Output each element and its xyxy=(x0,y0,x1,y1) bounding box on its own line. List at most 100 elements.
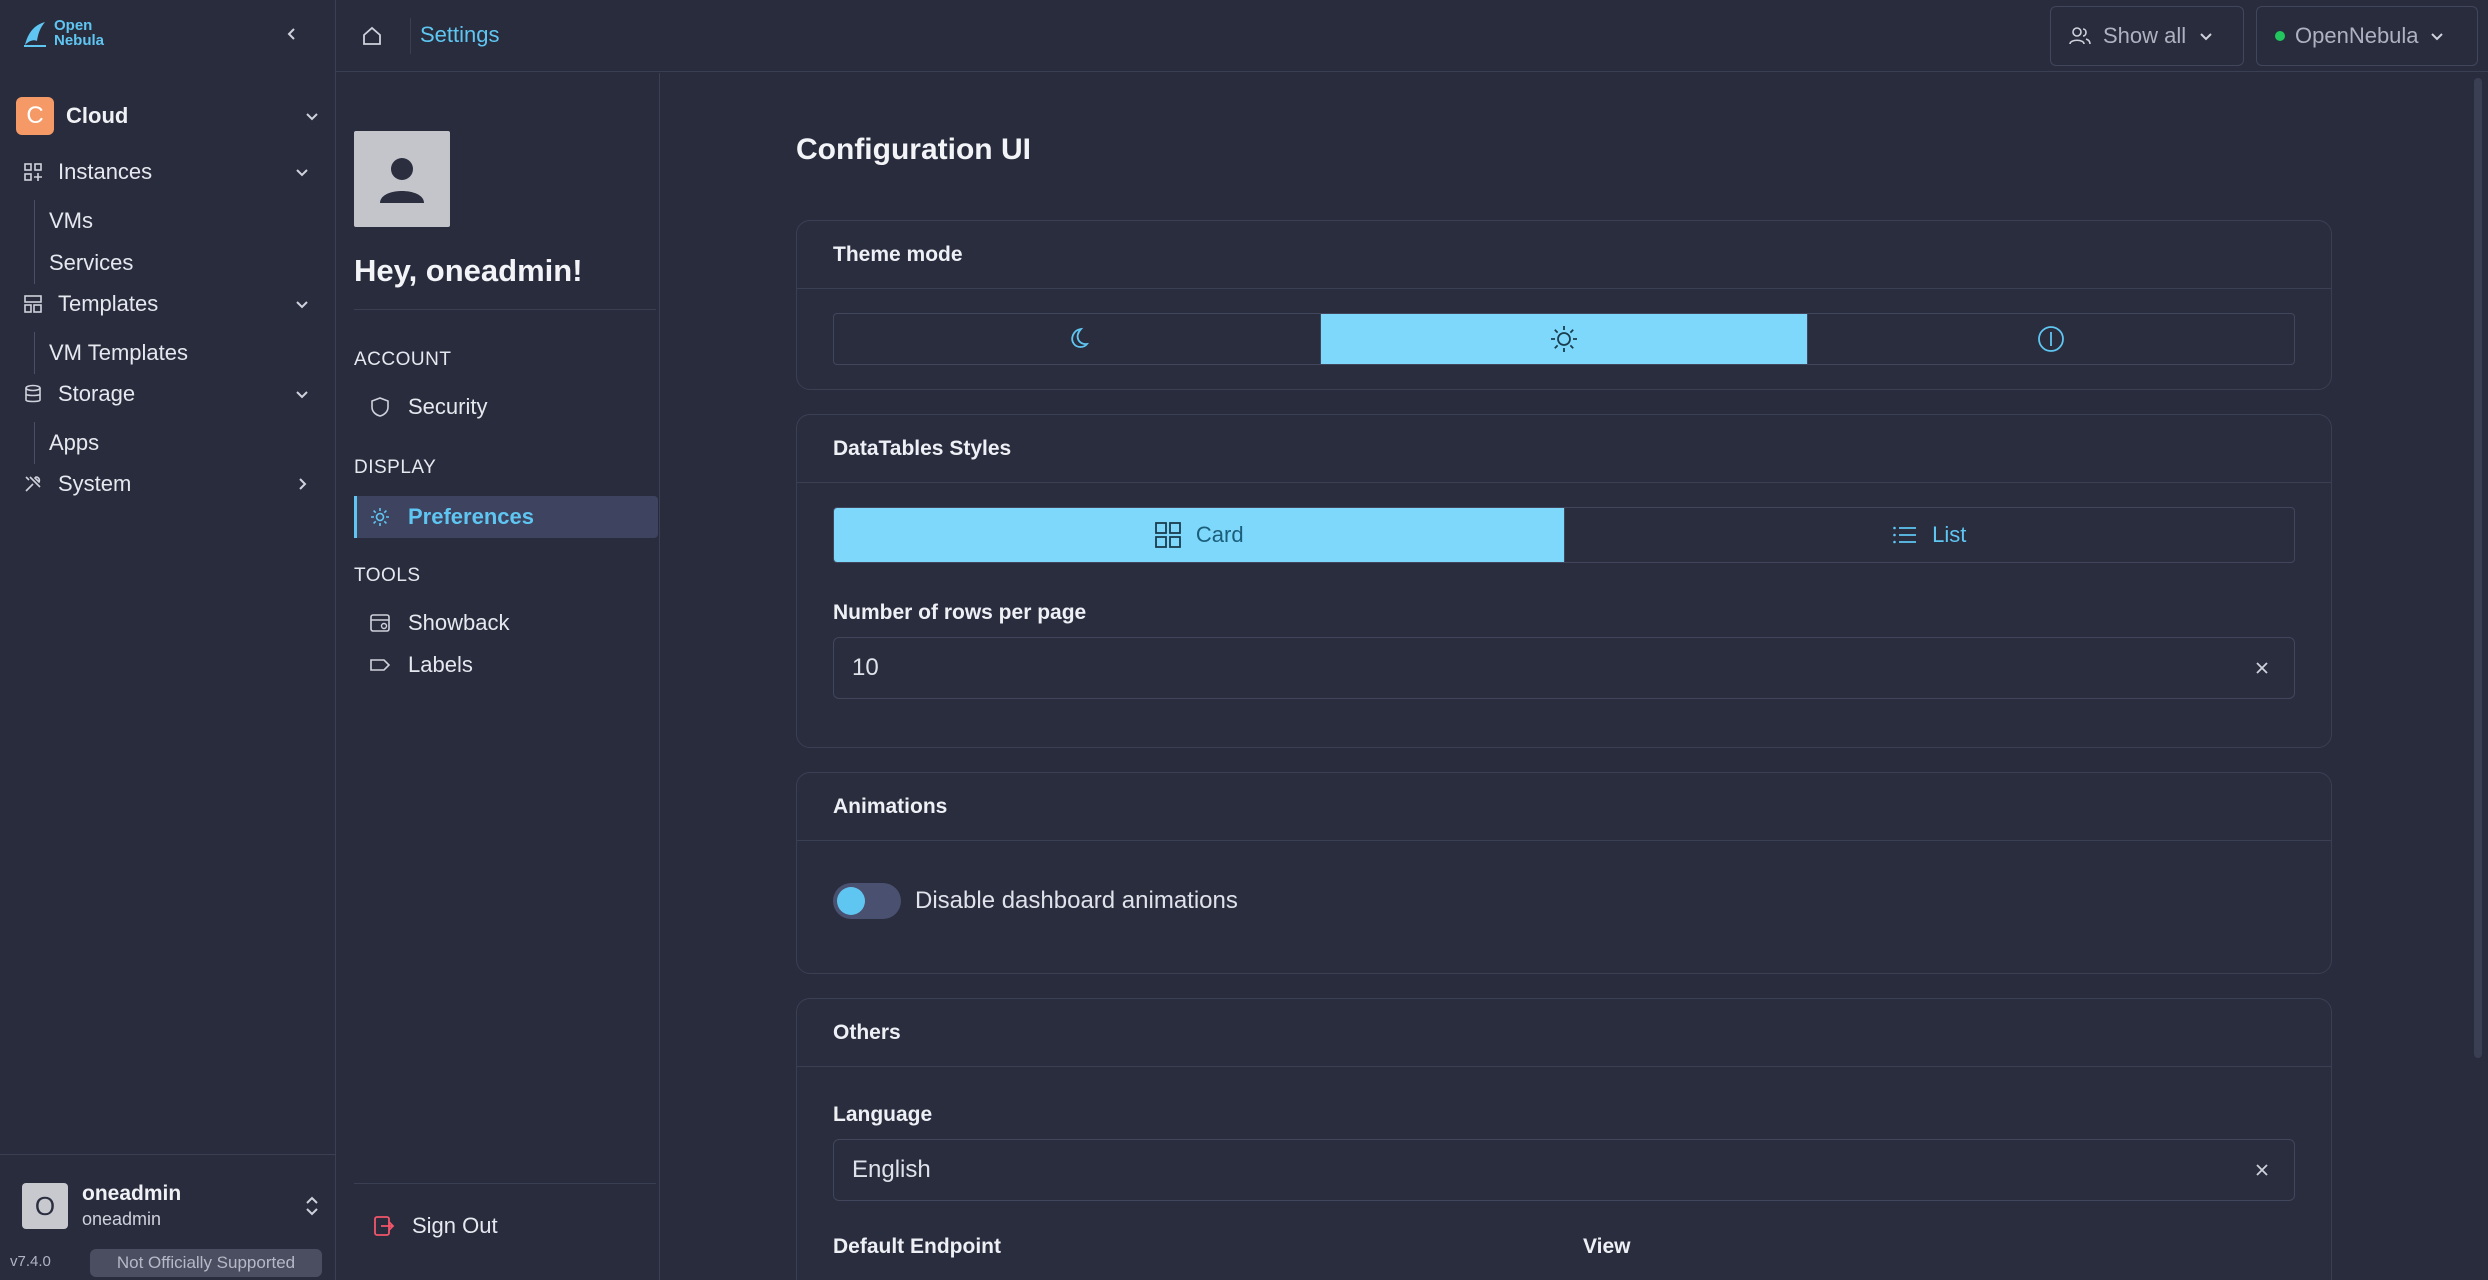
card-style-button[interactable]: Card xyxy=(834,508,1564,562)
menu-item-label: Showback xyxy=(408,610,510,635)
card-grid-icon xyxy=(1155,522,1181,548)
nav-group-templates[interactable]: Templates xyxy=(22,286,312,322)
chevron-down-icon xyxy=(302,106,322,126)
home-button[interactable] xyxy=(358,22,386,50)
chevron-down-icon xyxy=(292,384,312,404)
zone-label: OpenNebula xyxy=(2295,23,2419,48)
page-title: Configuration UI xyxy=(796,133,1031,166)
language-select[interactable]: English xyxy=(833,1139,2295,1201)
sidebar-item-vm-templates[interactable]: VM Templates xyxy=(35,332,188,374)
divider xyxy=(354,309,656,310)
chevron-left-icon xyxy=(287,28,295,40)
version-label: v7.4.0 xyxy=(10,1253,51,1270)
chevron-down-icon xyxy=(292,162,312,182)
group-filter-button[interactable]: Show all xyxy=(2050,6,2244,66)
main-sidebar: Open Nebula C Cloud Instances VMs Servic… xyxy=(0,0,336,1280)
list-icon xyxy=(1893,526,1917,544)
toggle-knob xyxy=(837,887,865,915)
moon-icon xyxy=(1071,327,1089,348)
toggle-label: Disable dashboard animations xyxy=(915,887,1238,914)
main-content: Configuration UI Theme mode DataTables S… xyxy=(661,73,2488,1280)
chevron-down-icon xyxy=(2430,33,2443,41)
cloud-avatar: C xyxy=(16,97,54,135)
clear-icon[interactable] xyxy=(2252,658,2272,678)
user-icon xyxy=(380,158,424,203)
nav-group-instances[interactable]: Instances xyxy=(22,154,312,190)
zone-status-dot xyxy=(2275,31,2285,41)
menu-item-label: Preferences xyxy=(408,504,534,529)
cloud-label: Cloud xyxy=(66,103,129,128)
user-name: oneadmin xyxy=(82,1182,182,1205)
view-label: View xyxy=(1583,1235,1631,1258)
breadcrumb-separator xyxy=(410,18,411,54)
theme-light-button[interactable] xyxy=(1320,314,1807,364)
chevron-down-icon xyxy=(2200,33,2212,41)
nav-sub-instances: VMs Services xyxy=(34,200,133,284)
menu-item-preferences[interactable]: Preferences xyxy=(354,496,658,538)
shield-icon xyxy=(368,395,392,419)
home-icon xyxy=(363,26,381,45)
default-endpoint-label: Default Endpoint xyxy=(833,1235,1001,1258)
avatar: O xyxy=(22,1183,68,1229)
show-all-label: Show all xyxy=(2103,23,2187,48)
logo-line-2: Nebula xyxy=(54,32,105,49)
tools-icon xyxy=(22,473,44,495)
nav-group-label: Templates xyxy=(58,291,159,316)
sidebar-item-services[interactable]: Services xyxy=(35,242,133,284)
main-scrollbar[interactable] xyxy=(2474,78,2482,1058)
animations-toggle-row: Disable dashboard animations xyxy=(833,883,1238,919)
language-value: English xyxy=(852,1156,931,1183)
cloud-selector[interactable]: C Cloud xyxy=(16,96,322,136)
others-card: Others Language English Default Endpoint… xyxy=(796,998,2332,1280)
breadcrumb[interactable]: Settings xyxy=(420,22,500,48)
user-group: oneadmin xyxy=(82,1209,162,1229)
divider xyxy=(354,1183,656,1184)
nav-group-label: System xyxy=(58,471,132,496)
list-style-button[interactable]: List xyxy=(1563,508,2295,562)
theme-mode-card: Theme mode xyxy=(796,220,2332,390)
nav-sub-storage: Apps xyxy=(34,422,99,464)
nav-group-system[interactable]: System xyxy=(22,466,312,502)
sun-icon xyxy=(1551,326,1577,352)
theme-mode-selector xyxy=(833,313,2295,365)
chevron-down-icon xyxy=(292,294,312,314)
opennebula-logo[interactable]: Open Nebula xyxy=(22,18,104,48)
collapse-sidebar-button[interactable] xyxy=(280,22,304,46)
nav-sub-templates: VM Templates xyxy=(34,332,188,374)
disable-animations-toggle[interactable] xyxy=(833,883,901,919)
menu-item-security[interactable]: Security xyxy=(354,386,658,428)
sign-out-label: Sign Out xyxy=(412,1213,498,1238)
card-heading: DataTables Styles xyxy=(797,415,2331,483)
card-heading: Animations xyxy=(797,773,2331,841)
users-icon xyxy=(2069,27,2091,45)
database-icon xyxy=(22,383,44,405)
sign-out-button[interactable]: Sign Out xyxy=(372,1213,498,1239)
sidebar-item-apps[interactable]: Apps xyxy=(35,422,99,464)
user-menu[interactable]: O oneadmin oneadmin xyxy=(22,1178,322,1234)
logo-line-1: Open xyxy=(54,17,93,34)
theme-system-button[interactable] xyxy=(1807,314,2294,364)
sidebar-item-vms[interactable]: VMs xyxy=(35,200,133,242)
system-icon xyxy=(2038,326,2064,352)
clear-icon[interactable] xyxy=(2252,1160,2272,1180)
gear-icon xyxy=(368,505,392,529)
theme-dark-button[interactable] xyxy=(834,314,1320,364)
nav-group-storage[interactable]: Storage xyxy=(22,376,312,412)
datatables-style-selector: Card List xyxy=(833,507,2295,563)
card-style-label: Card xyxy=(1195,522,1244,547)
section-title-tools: TOOLS xyxy=(354,565,421,586)
rows-per-page-value: 10 xyxy=(852,654,879,681)
language-label: Language xyxy=(833,1103,933,1126)
menu-item-label: Security xyxy=(408,394,488,419)
list-style-label: List xyxy=(1932,522,1967,547)
top-bar: Settings Show all OpenNebula xyxy=(336,0,2488,72)
rows-per-page-select[interactable]: 10 xyxy=(833,637,2295,699)
support-badge: Not Officially Supported xyxy=(90,1249,322,1277)
grid-icon xyxy=(22,161,44,183)
zone-selector-button[interactable]: OpenNebula xyxy=(2256,6,2478,66)
menu-item-showback[interactable]: Showback xyxy=(354,602,658,644)
rows-per-page-label: Number of rows per page xyxy=(833,601,1087,624)
menu-item-labels[interactable]: Labels xyxy=(354,644,658,686)
section-title-display: DISPLAY xyxy=(354,457,437,478)
profile-avatar xyxy=(354,131,450,227)
